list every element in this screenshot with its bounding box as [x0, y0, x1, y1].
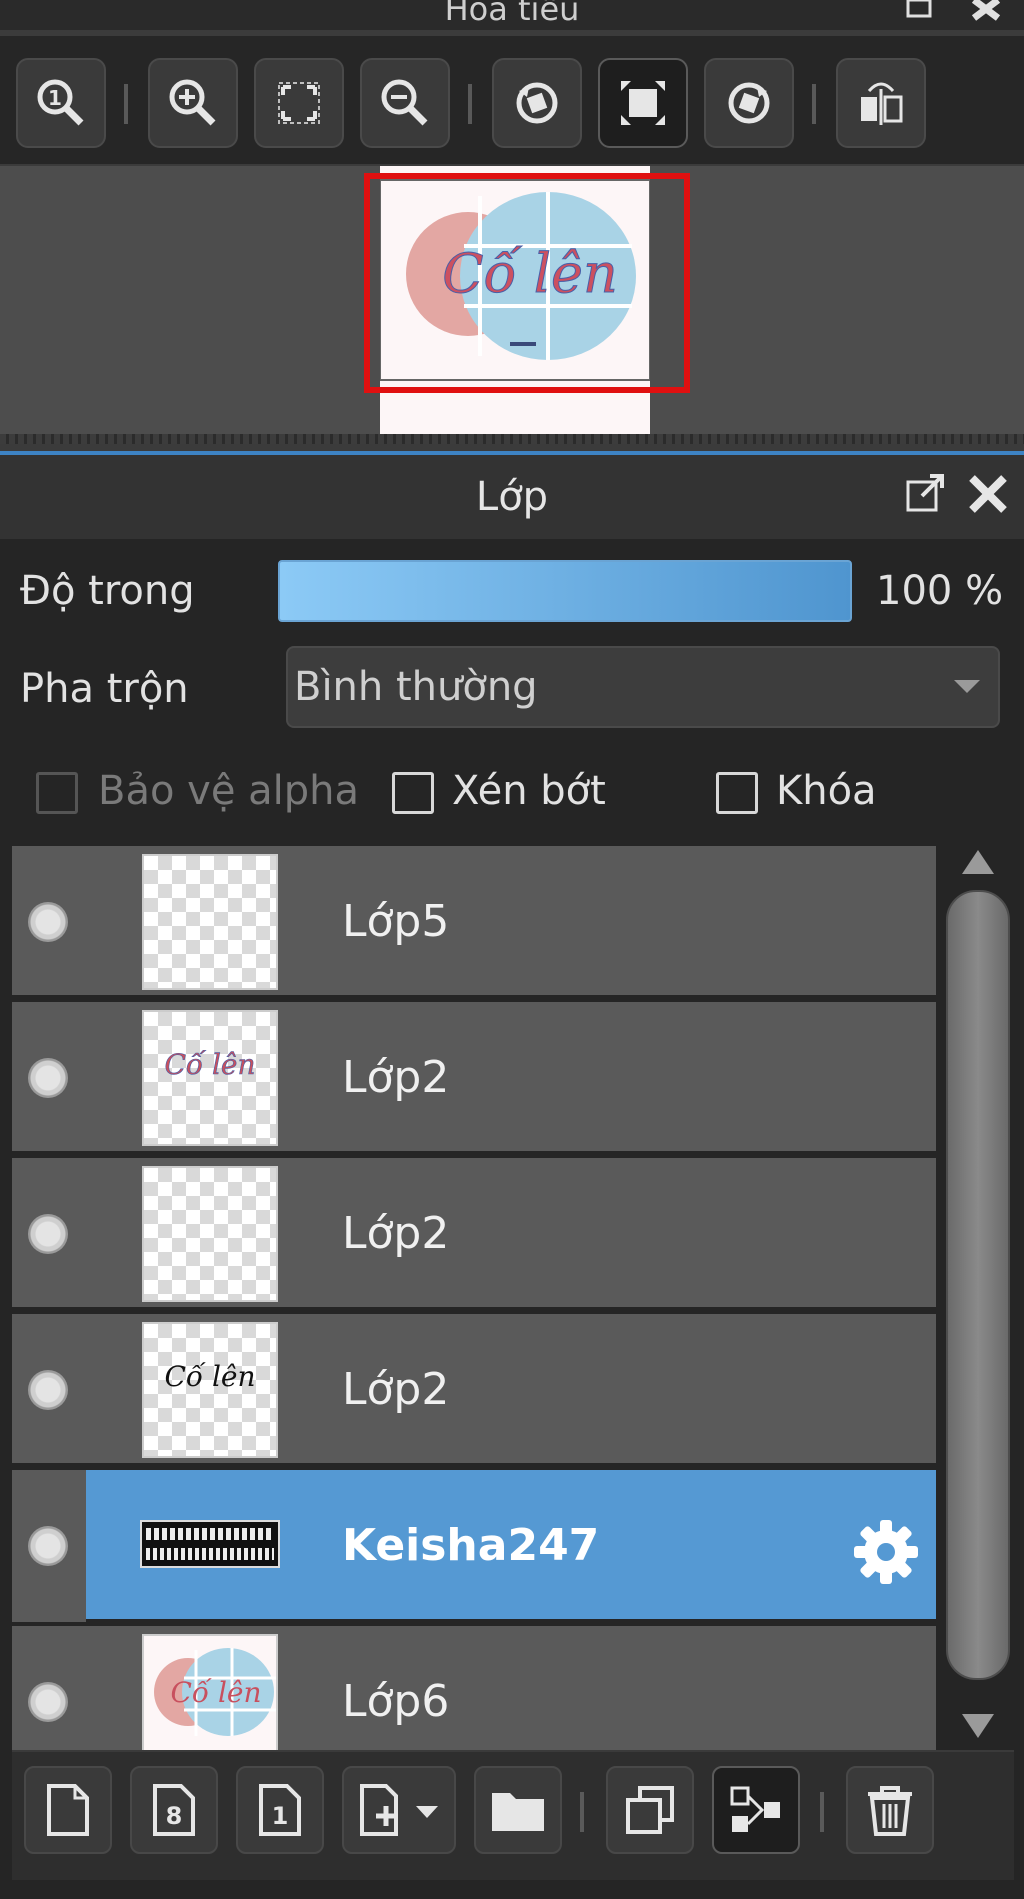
opacity-value: 100 % — [876, 568, 1004, 614]
fit-window-icon[interactable] — [254, 58, 344, 148]
flip-horizontal-icon[interactable] — [836, 58, 926, 148]
visibility-eye-icon[interactable] — [28, 1214, 68, 1254]
svg-text:1: 1 — [272, 1802, 289, 1830]
close-layer-panel-icon[interactable] — [966, 472, 1010, 516]
visibility-eye-icon[interactable] — [28, 1682, 68, 1722]
navigator-view-rectangle[interactable] — [364, 173, 690, 393]
panel-resize-grip[interactable] — [0, 434, 1024, 444]
float-panel-icon[interactable] — [900, 0, 940, 26]
close-panel-icon[interactable] — [968, 0, 1008, 26]
svg-text:1: 1 — [48, 86, 62, 110]
new-folder-icon[interactable] — [474, 1766, 562, 1854]
protect-alpha-label: Bảo vệ alpha — [98, 768, 360, 814]
scroll-up-icon[interactable] — [958, 848, 998, 876]
layer-panel-title: Lớp — [0, 455, 1024, 539]
thumb-text: Cố lên — [170, 1676, 261, 1709]
layer-row-selected[interactable]: Keisha247 — [12, 1470, 936, 1622]
layer-name: Keisha247 — [342, 1520, 600, 1571]
rotate-right-icon[interactable] — [704, 58, 794, 148]
layer-thumbnail — [142, 854, 278, 990]
new-1bit-layer-icon[interactable]: 1 — [236, 1766, 324, 1854]
layer-row[interactable]: Cố lên Lớp6 — [12, 1626, 936, 1750]
layer-row[interactable]: Cố lên Lớp2 — [12, 1002, 936, 1154]
toolbar-separator — [468, 84, 472, 124]
duplicate-layer-icon[interactable] — [606, 1766, 694, 1854]
new-8bit-layer-icon[interactable]: 8 — [130, 1766, 218, 1854]
layer-name: Lớp2 — [342, 1052, 450, 1103]
protect-alpha-checkbox — [36, 772, 78, 814]
layer-thumbnail — [142, 1166, 278, 1302]
opacity-slider[interactable] — [278, 560, 852, 622]
visibility-eye-icon[interactable] — [28, 1058, 68, 1098]
new-layer-icon[interactable] — [24, 1766, 112, 1854]
layer-name: Lớp2 — [342, 1208, 450, 1259]
gear-icon[interactable] — [850, 1516, 922, 1588]
layer-thumbnail — [140, 1520, 280, 1568]
add-layer-dropdown-icon[interactable] — [342, 1766, 456, 1854]
lock-label: Khóa — [776, 768, 877, 814]
rotate-left-icon[interactable] — [492, 58, 582, 148]
zoom-actual-icon[interactable]: 1 — [16, 58, 106, 148]
blend-mode-value: Bình thường — [294, 664, 538, 710]
layer-list: Lớp5 Cố lên Lớp2 Lớp2 Cố lên Lớp2 Keisha… — [12, 846, 936, 1750]
blend-mode-select[interactable]: Bình thường — [286, 646, 1000, 728]
visibility-eye-icon[interactable] — [28, 902, 68, 942]
visibility-eye-icon[interactable] — [28, 1526, 68, 1566]
zoom-in-icon[interactable] — [148, 58, 238, 148]
delete-layer-icon[interactable] — [846, 1766, 934, 1854]
popout-panel-icon[interactable] — [904, 472, 948, 516]
layer-row[interactable]: Lớp2 — [12, 1158, 936, 1310]
toolbar-separator — [124, 84, 128, 124]
layer-name: Lớp6 — [342, 1676, 450, 1727]
merge-layer-icon[interactable] — [712, 1766, 800, 1854]
toolbar-separator — [580, 1792, 584, 1832]
blend-mode-label: Pha trộn — [20, 666, 189, 712]
layer-thumbnail: Cố lên — [142, 1634, 278, 1750]
chevron-down-icon — [952, 678, 982, 696]
thumb-text: Cố lên — [164, 1360, 255, 1393]
scroll-down-icon[interactable] — [958, 1712, 998, 1740]
navigator-title: Hoa tiêu — [0, 0, 1024, 30]
lock-checkbox[interactable] — [716, 772, 758, 814]
layer-row[interactable]: Lớp5 — [12, 846, 936, 998]
clip-label: Xén bớt — [452, 768, 606, 814]
layer-thumbnail: Cố lên — [142, 1010, 278, 1146]
toolbar-separator — [820, 1792, 824, 1832]
opacity-label: Độ trong — [20, 568, 195, 614]
layer-name: Lớp2 — [342, 1364, 450, 1415]
full-view-icon[interactable] — [598, 58, 688, 148]
layer-scroll-thumb[interactable] — [946, 890, 1010, 1680]
layer-row[interactable]: Cố lên Lớp2 — [12, 1314, 936, 1466]
toolbar-separator — [812, 84, 816, 124]
clip-checkbox[interactable] — [392, 772, 434, 814]
zoom-out-icon[interactable] — [360, 58, 450, 148]
thumb-text: Cố lên — [164, 1048, 255, 1081]
layer-thumbnail: Cố lên — [142, 1322, 278, 1458]
visibility-eye-icon[interactable] — [28, 1370, 68, 1410]
svg-text:8: 8 — [166, 1802, 183, 1830]
layer-name: Lớp5 — [342, 896, 450, 947]
